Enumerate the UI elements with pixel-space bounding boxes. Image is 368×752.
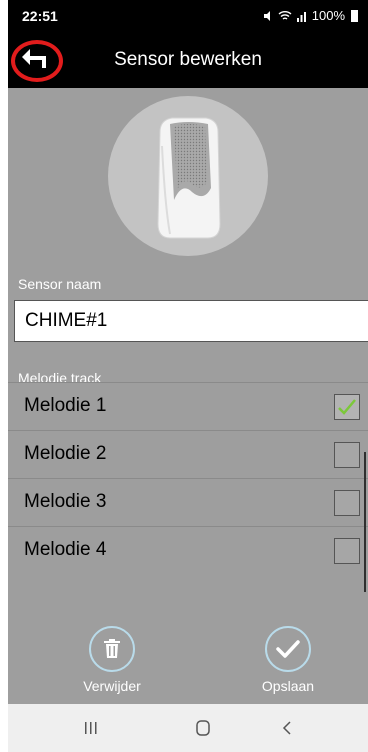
nav-home-button[interactable]: [168, 704, 238, 752]
checkmark-icon: [276, 640, 300, 658]
track-label: Melodie 1: [24, 395, 107, 416]
track-row-2[interactable]: Melodie 2: [8, 430, 368, 478]
track-checkbox[interactable]: [334, 442, 360, 468]
save-label: Opslaan: [261, 678, 315, 694]
scrollbar[interactable]: [364, 452, 366, 592]
track-label: Melodie 4: [24, 539, 107, 560]
system-nav-bar: [8, 704, 368, 752]
sensor-name-input[interactable]: CHIME#1: [14, 300, 368, 342]
nav-back-button[interactable]: [252, 704, 322, 752]
device-image: [108, 96, 268, 256]
home-icon: [196, 720, 210, 736]
status-icons: 100%: [262, 8, 358, 23]
delete-label: Verwijder: [83, 678, 141, 694]
mute-icon: [263, 10, 270, 21]
recents-icon: [85, 722, 97, 734]
check-icon: [338, 399, 356, 415]
status-bar: 22:51 100%: [8, 0, 368, 34]
status-time: 22:51: [22, 8, 58, 24]
track-list: Melodie 1 Melodie 2 Melodie 3 Melodie 4: [8, 382, 368, 574]
app-frame: 22:51 100% Sensor bewerken Sensor naam C…: [8, 0, 368, 752]
save-button[interactable]: Opslaan: [248, 626, 328, 694]
chime-device-icon: [157, 117, 221, 239]
nav-back-icon: [282, 721, 291, 735]
track-label: Melodie 2: [24, 443, 107, 464]
sensor-name-label: Sensor naam: [18, 276, 102, 292]
nav-recents-button[interactable]: [56, 704, 126, 752]
track-label: Melodie 3: [24, 491, 107, 512]
track-checkbox[interactable]: [334, 394, 360, 420]
battery-percent: 100%: [311, 8, 345, 23]
trash-icon: [104, 639, 120, 658]
page-title: Sensor bewerken: [114, 49, 262, 70]
signal-icon: [296, 11, 306, 22]
delete-button[interactable]: Verwijder: [72, 626, 152, 694]
track-checkbox[interactable]: [334, 538, 360, 564]
battery-icon: [351, 9, 358, 22]
delete-circle: [89, 626, 135, 672]
track-row-1[interactable]: Melodie 1: [8, 382, 368, 430]
track-row-4[interactable]: Melodie 4: [8, 526, 368, 574]
track-checkbox[interactable]: [334, 490, 360, 516]
track-row-3[interactable]: Melodie 3: [8, 478, 368, 526]
wifi-icon: [278, 10, 292, 20]
app-bar: Sensor bewerken: [8, 34, 368, 88]
save-circle: [265, 626, 311, 672]
